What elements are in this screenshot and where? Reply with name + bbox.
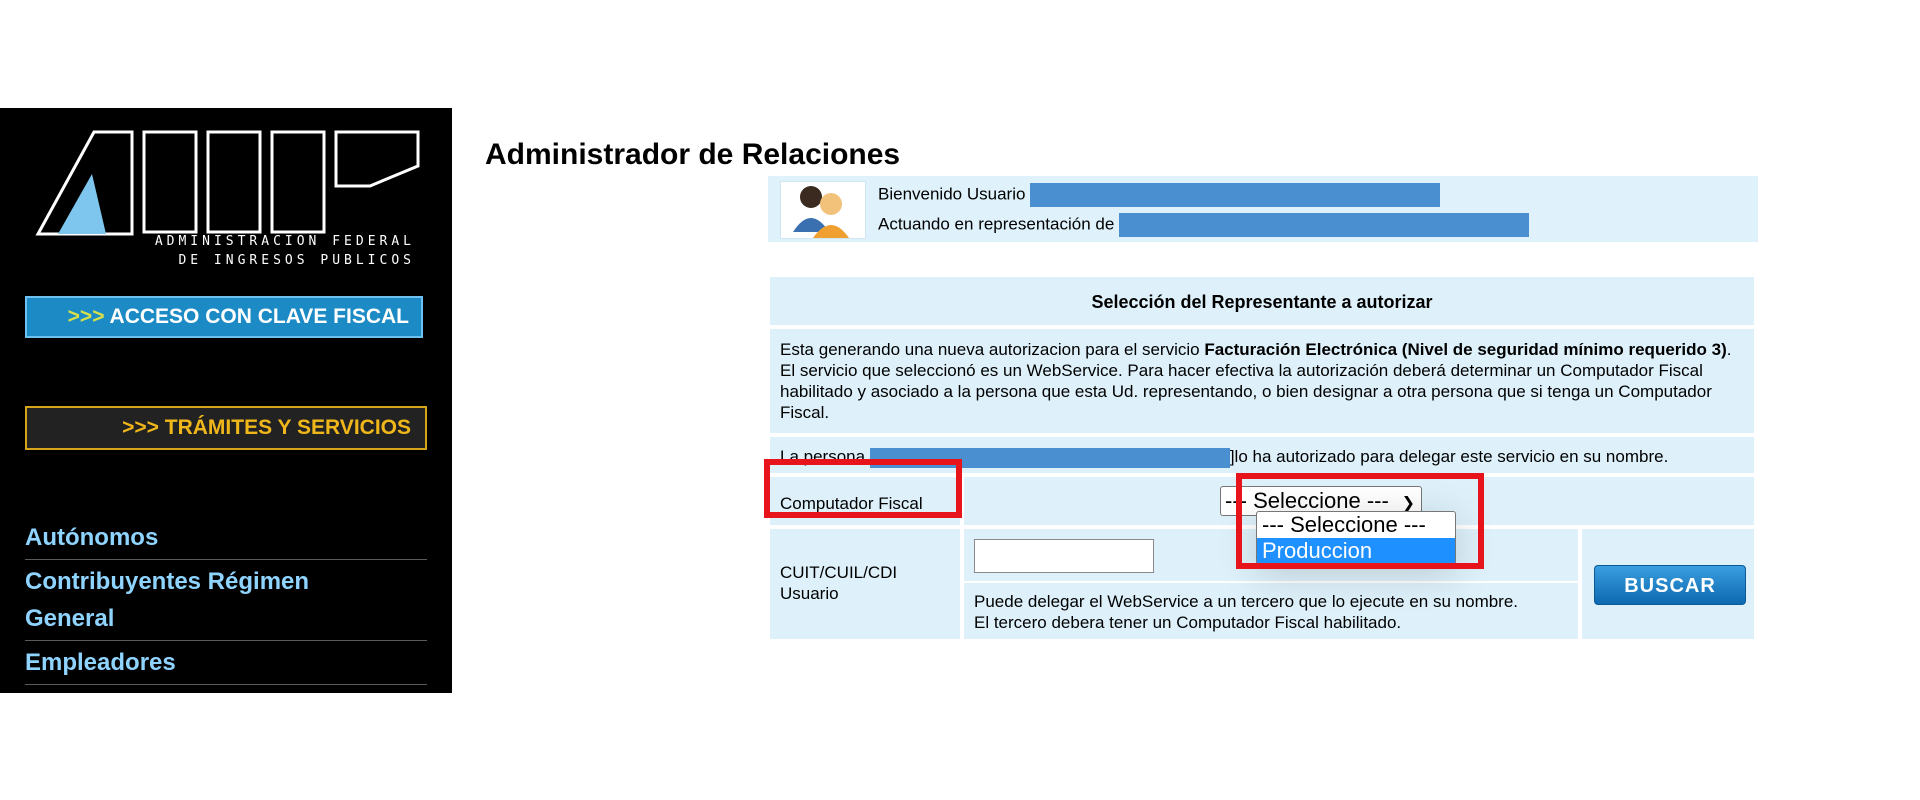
welcome-user-line: Bienvenido Usuario [878, 183, 1441, 207]
nav-item-autonomos[interactable]: Autónomos [25, 516, 427, 560]
cuit-label-line2: Usuario [780, 584, 839, 603]
panel-header: Selección del Representante a autorizar [770, 277, 1754, 325]
logo-subtitle: ADMINISTRACION FEDERAL DE INGRESOS PUBLI… [100, 232, 415, 270]
welcome-user-label: Bienvenido Usuario [878, 184, 1026, 204]
arrows-icon: >>> [122, 416, 159, 439]
users-icon [780, 181, 866, 239]
persona-text: ]lo ha autorizado para delegar este serv… [1229, 447, 1669, 466]
nav-item-general[interactable]: General [25, 597, 427, 641]
cuit-label-line1: CUIT/CUIL/CDI [780, 563, 898, 582]
highlight-box-computador-fiscal [764, 459, 962, 518]
highlight-box-select [1236, 473, 1484, 569]
tramites-servicios-label: TRÁMITES Y SERVICIOS [164, 416, 411, 439]
afip-logo[interactable] [30, 130, 425, 248]
nav-item-empleadores[interactable]: Empleadores [25, 641, 427, 685]
cuit-label: CUIT/CUIL/CDI Usuario [770, 529, 960, 639]
acceso-clave-fiscal-label: ACCESO CON CLAVE FISCAL [109, 305, 409, 328]
acceso-clave-fiscal-button[interactable]: >>> ACCESO CON CLAVE FISCAL [25, 296, 423, 338]
sidebar-nav: Autónomos Contribuyentes Régimen General… [25, 516, 427, 685]
desc-text: Esta generando una nueva autorizacion pa… [780, 340, 1205, 359]
nav-item-contribuyentes-regimen[interactable]: Contribuyentes Régimen [25, 560, 427, 597]
page-title: Administrador de Relaciones [485, 138, 901, 171]
logo-subtitle-line2: DE INGRESOS PUBLICOS [178, 253, 415, 268]
buscar-button[interactable]: BUSCAR [1594, 565, 1746, 605]
redacted-user [1030, 183, 1441, 207]
arrows-icon: >>> [67, 305, 105, 328]
redacted-representation [1119, 213, 1530, 237]
sidebar: ADMINISTRACION FEDERAL DE INGRESOS PUBLI… [0, 108, 452, 693]
panel-description: Esta generando una nueva autorizacion pa… [770, 329, 1754, 433]
logo-subtitle-line1: ADMINISTRACION FEDERAL [154, 234, 415, 249]
tramites-servicios-button[interactable]: >>> TRÁMITES Y SERVICIOS [25, 406, 427, 450]
cuit-input[interactable] [974, 539, 1154, 573]
help-line2: El tercero debera tener un Computador Fi… [974, 613, 1402, 632]
buscar-cell: BUSCAR [1582, 529, 1754, 639]
welcome-bar: Bienvenido Usuario Actuando en represent… [768, 176, 1758, 242]
welcome-rep-line: Actuando en representación de [878, 213, 1530, 237]
help-line1: Puede delegar el WebService a un tercero… [974, 592, 1519, 611]
welcome-rep-label: Actuando en representación de [878, 214, 1115, 234]
cuit-help: Puede delegar el WebService a un tercero… [964, 583, 1578, 639]
desc-service-name: Facturación Electrónica (Nivel de seguri… [1204, 340, 1727, 359]
